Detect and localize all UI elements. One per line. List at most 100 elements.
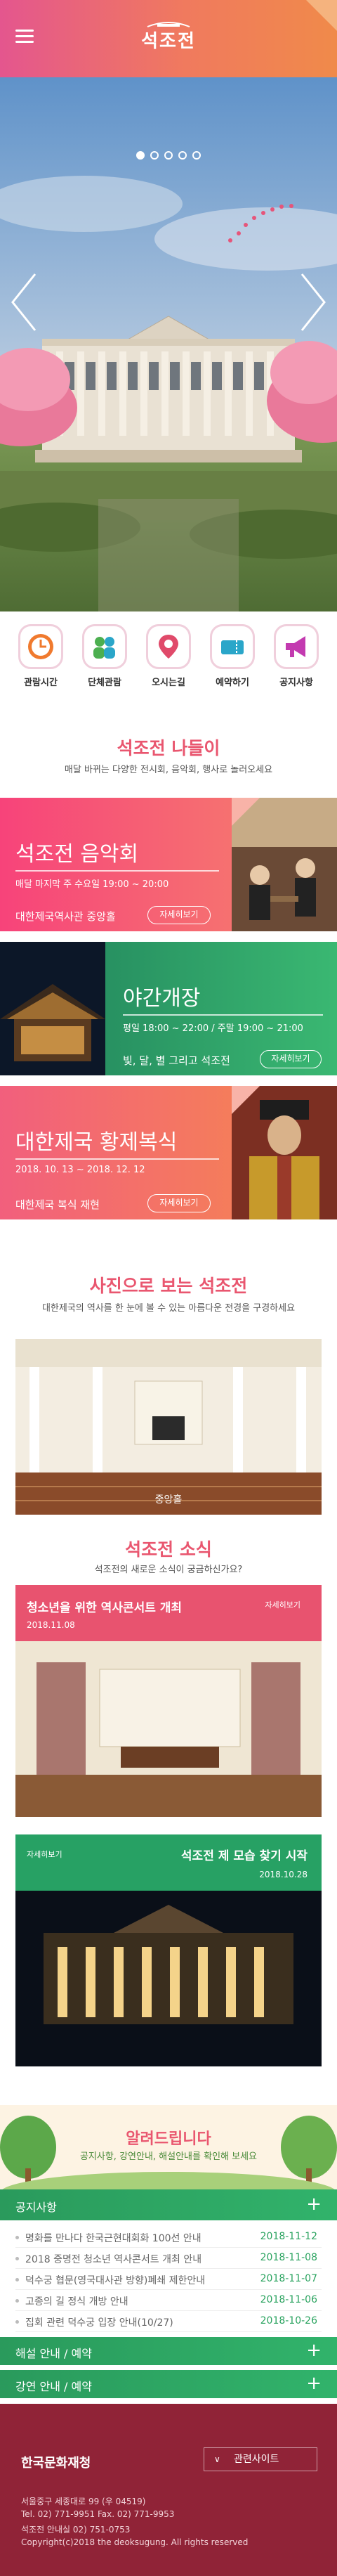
banner-place: 대한제국 복식 재현 — [15, 1198, 100, 1211]
notice-row[interactable]: 덕수궁 협문(영국대사관 방향)폐쇄 제한안내 2018-11-07 — [15, 2269, 322, 2290]
night-palace-photo — [0, 942, 105, 1075]
hamburger-icon[interactable] — [15, 30, 34, 44]
bullet-icon — [15, 2257, 19, 2260]
corner-fold — [232, 1086, 260, 1114]
accordion-title: 강연 안내 / 예약 — [15, 2380, 92, 2393]
related-sites-select[interactable]: ∨ 관련사이트 — [204, 2447, 317, 2471]
notice-text: 명화를 만나다 한국근현대회화 100선 안내 — [25, 2233, 201, 2244]
related-sites-label: 관련사이트 — [234, 2454, 279, 2465]
more-button[interactable]: 자세히보기 — [147, 1194, 211, 1212]
notice-row[interactable]: 고종의 길 정식 개방 안내 2018-11-06 — [15, 2290, 322, 2311]
hero-carousel[interactable] — [0, 77, 337, 611]
quick-label: 단체관람 — [88, 678, 121, 688]
photo-caption: 중앙홀 — [154, 1494, 183, 1506]
news-card[interactable]: 청소년을 위한 역사콘서트 개최 2018.11.08 자세히보기 — [15, 1585, 322, 1817]
news-title: 청소년을 위한 역사콘서트 개최 — [27, 1601, 183, 1615]
carousel-dot[interactable] — [178, 151, 187, 160]
notice-text: 고종의 길 정식 개방 안내 — [25, 2296, 128, 2308]
banner-info: 2018. 10. 13 ~ 2018. 12. 12 — [15, 1165, 145, 1175]
notice-date: 2018-11-07 — [260, 2273, 317, 2284]
banner-night[interactable]: 야간개장 평일 18:00 ~ 22:00 / 주말 19:00 ~ 21:00… — [0, 942, 337, 1075]
notice-text: 집회 관련 덕수궁 입장 안내(10/27) — [25, 2317, 173, 2329]
prev-arrow-icon[interactable] — [7, 267, 42, 337]
quick-label: 공지사항 — [279, 678, 313, 688]
banner-title: 석조전 음악회 — [15, 842, 139, 867]
outing-title: 석조전 나들이 — [117, 738, 220, 758]
plus-icon[interactable]: + — [306, 2340, 322, 2361]
photo-section-title: 사진으로 보는 석조전 — [89, 1276, 248, 1296]
hall-illustration — [15, 1339, 322, 1515]
carousel-dot[interactable] — [150, 151, 159, 160]
quick-item-reserve[interactable]: 예약하기 — [206, 624, 259, 688]
news-title: 석조전 제 모습 찾기 시작 — [180, 1849, 308, 1863]
notice-accordion-header[interactable]: 공지사항 + — [0, 2189, 337, 2220]
quick-item-group[interactable]: 단체관람 — [78, 624, 131, 688]
announcement-subtitle: 공지사항, 강연안내, 해설안내를 확인해 보세요 — [79, 2151, 258, 2162]
guide-accordion-header[interactable]: 해설 안내 / 예약 + — [0, 2337, 337, 2365]
footer-address: 서울중구 세종대로 99 (우 04519) — [21, 2497, 146, 2506]
notice-date: 2018-11-12 — [260, 2231, 317, 2242]
quick-label: 오시는길 — [152, 678, 185, 688]
banner-concert[interactable]: 석조전 음악회 매달 마지막 주 수요일 19:00 ~ 20:00 대한제국역… — [0, 798, 337, 931]
header: 석조전 — [0, 0, 337, 77]
plus-icon[interactable]: + — [306, 2194, 322, 2215]
quick-item-hours[interactable]: 관람시간 — [14, 624, 67, 688]
photo-section-subtitle: 대한제국의 역사를 한 눈에 볼 수 있는 아름다운 전경을 구경하세요 — [41, 1303, 296, 1314]
notice-row[interactable]: 집회 관련 덕수궁 입장 안내(10/27) 2018-10-26 — [15, 2311, 322, 2332]
corner-fold — [306, 0, 337, 31]
notice-text: 2018 중명전 청소년 역사콘서트 개최 안내 — [25, 2254, 202, 2265]
more-button[interactable]: 자세히보기 — [260, 1050, 322, 1068]
more-link[interactable]: 자세히보기 — [265, 1599, 300, 1610]
corner-fold — [232, 798, 260, 826]
banner-divider — [123, 1014, 323, 1016]
next-arrow-icon[interactable] — [295, 267, 330, 337]
banner-title: 야간개장 — [123, 986, 201, 1011]
clock-icon — [18, 624, 63, 669]
plus-icon[interactable]: + — [306, 2373, 322, 2394]
chevron-down-icon: ∨ — [214, 2454, 220, 2464]
news-card[interactable]: 자세히보기 석조전 제 모습 찾기 시작 2018.10.28 — [15, 1834, 322, 2066]
notice-text: 덕수궁 협문(영국대사관 방향)폐쇄 제한안내 — [25, 2275, 206, 2286]
carousel-dot[interactable] — [164, 151, 173, 160]
quick-menu: 관람시간 단체관람 오시는길 예약하기 공지사항 — [0, 611, 337, 717]
carousel-dot[interactable] — [136, 151, 145, 160]
more-button[interactable]: 자세히보기 — [147, 906, 211, 924]
banner-info: 평일 18:00 ~ 22:00 / 주말 19:00 ~ 21:00 — [123, 1023, 303, 1034]
banner-divider — [15, 1158, 219, 1160]
news-date: 2018.11.08 — [27, 1620, 75, 1630]
banner-title: 대한제국 황제복식 — [15, 1130, 178, 1155]
announcement-title: 알려드립니다 — [126, 2130, 211, 2148]
location-pin-icon — [146, 624, 191, 669]
outing-subtitle: 매달 바뀌는 다양한 전시회, 음악회, 행사로 놀러오세요 — [64, 765, 273, 775]
quick-item-notice[interactable]: 공지사항 — [270, 624, 323, 688]
carousel-dot[interactable] — [192, 151, 201, 160]
footer-desk: 석조전 안내실 02) 751-0753 — [21, 2525, 131, 2535]
announcement-banner: 알려드립니다 공지사항, 강연안내, 해설안내를 확인해 보세요 — [0, 2105, 337, 2214]
more-link[interactable]: 자세히보기 — [27, 1849, 62, 1860]
hall-photo[interactable] — [15, 1339, 322, 1515]
news-section-subtitle: 석조전의 새로운 소식이 궁금하신가요? — [94, 1565, 243, 1575]
megaphone-icon — [274, 624, 319, 669]
bullet-icon — [15, 2236, 19, 2239]
bullet-icon — [15, 2278, 19, 2281]
footer-phone: Tel. 02) 771-9951 Fax. 02) 771-9953 — [21, 2509, 175, 2519]
lecture-accordion-header[interactable]: 강연 안내 / 예약 + — [0, 2370, 337, 2398]
notice-row[interactable]: 명화를 만나다 한국근현대회화 100선 안내 2018-11-12 — [15, 2227, 322, 2248]
footer: 한국문화재청 ∨ 관련사이트 서울중구 세종대로 99 (우 04519) Te… — [0, 2404, 337, 2576]
news-date: 2018.10.28 — [259, 1870, 308, 1879]
banner-place: 대한제국역사관 중앙홀 — [15, 910, 116, 923]
banner-costume[interactable]: 대한제국 황제복식 2018. 10. 13 ~ 2018. 12. 12 대한… — [0, 1086, 337, 1219]
notice-date: 2018-11-06 — [260, 2294, 317, 2305]
ticket-icon — [210, 624, 255, 669]
bullet-icon — [15, 2320, 19, 2324]
banner-place: 빛, 달, 별 그리고 석조전 — [123, 1054, 230, 1067]
banner-divider — [15, 870, 219, 872]
notice-row[interactable]: 2018 중명전 청소년 역사콘서트 개최 안내 2018-11-08 — [15, 2248, 322, 2269]
quick-item-directions[interactable]: 오시는길 — [142, 624, 195, 688]
notice-date: 2018-10-26 — [260, 2315, 317, 2326]
notice-date: 2018-11-08 — [260, 2252, 317, 2263]
logo[interactable]: 석조전 — [121, 20, 216, 53]
banner-info: 매달 마지막 주 수요일 19:00 ~ 20:00 — [15, 879, 169, 890]
carousel-dots — [0, 149, 337, 162]
footer-org: 한국문화재청 — [21, 2456, 91, 2471]
